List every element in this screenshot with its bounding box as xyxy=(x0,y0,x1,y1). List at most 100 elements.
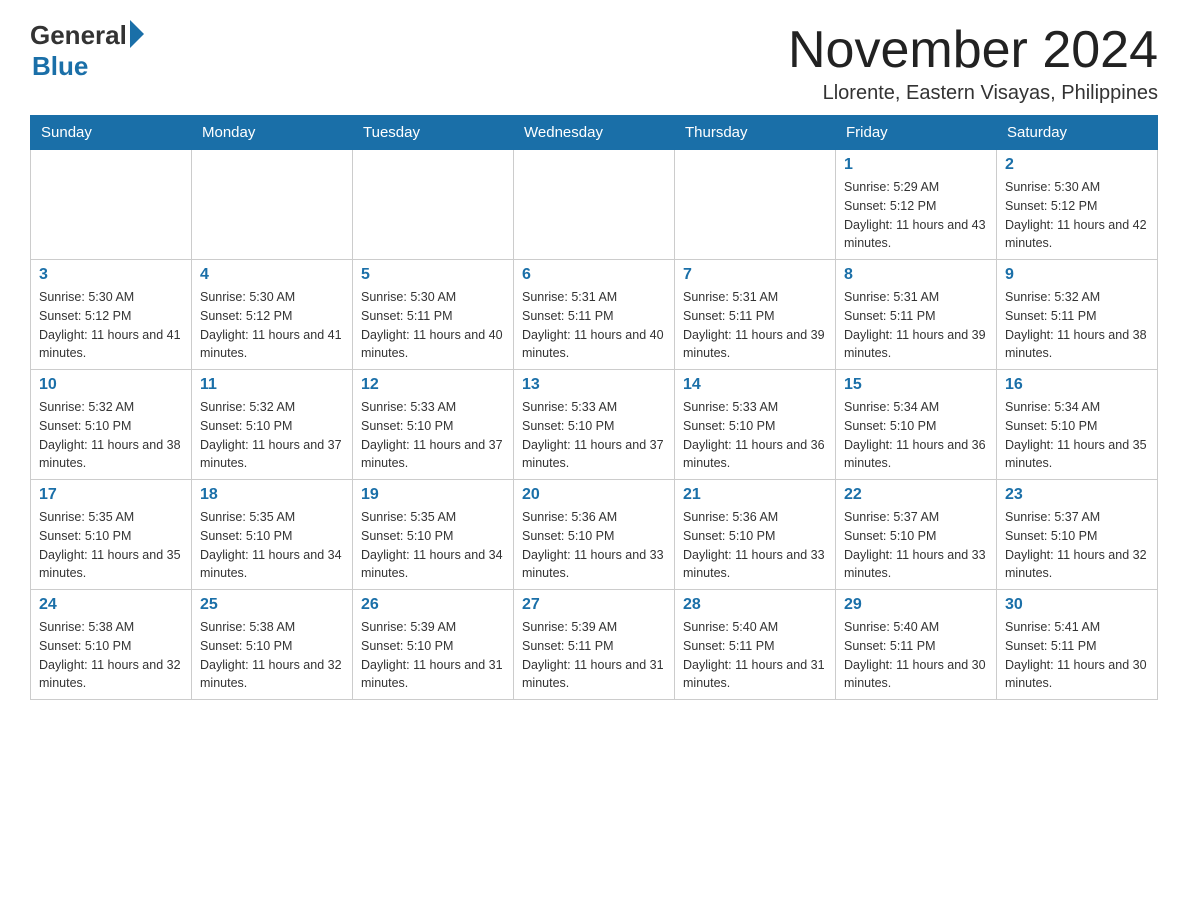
logo-general-text: General xyxy=(30,20,127,51)
day-number: 26 xyxy=(361,596,505,614)
day-info: Sunrise: 5:33 AMSunset: 5:10 PMDaylight:… xyxy=(361,398,505,473)
day-info: Sunrise: 5:30 AMSunset: 5:12 PMDaylight:… xyxy=(39,288,183,363)
day-number: 20 xyxy=(522,486,666,504)
day-info: Sunrise: 5:38 AMSunset: 5:10 PMDaylight:… xyxy=(39,618,183,693)
calendar-cell: 20 Sunrise: 5:36 AMSunset: 5:10 PMDayligh… xyxy=(514,480,675,590)
calendar-header-friday: Friday xyxy=(836,116,997,150)
day-info: Sunrise: 5:32 AMSunset: 5:11 PMDaylight:… xyxy=(1005,288,1149,363)
day-number: 9 xyxy=(1005,266,1149,284)
week-row-0: 1 Sunrise: 5:29 AMSunset: 5:12 PMDaylight… xyxy=(31,150,1158,260)
calendar-header-sunday: Sunday xyxy=(31,116,192,150)
day-number: 24 xyxy=(39,596,183,614)
day-number: 14 xyxy=(683,376,827,394)
day-info: Sunrise: 5:35 AMSunset: 5:10 PMDaylight:… xyxy=(39,508,183,583)
page-header: General Blue November 2024 Llorente, Eas… xyxy=(30,20,1158,105)
day-number: 8 xyxy=(844,266,988,284)
day-info: Sunrise: 5:31 AMSunset: 5:11 PMDaylight:… xyxy=(683,288,827,363)
calendar-cell: 3 Sunrise: 5:30 AMSunset: 5:12 PMDaylight… xyxy=(31,260,192,370)
day-number: 12 xyxy=(361,376,505,394)
day-number: 29 xyxy=(844,596,988,614)
calendar-cell: 7 Sunrise: 5:31 AMSunset: 5:11 PMDaylight… xyxy=(675,260,836,370)
calendar-cell: 19 Sunrise: 5:35 AMSunset: 5:10 PMDayligh… xyxy=(353,480,514,590)
day-number: 15 xyxy=(844,376,988,394)
day-info: Sunrise: 5:37 AMSunset: 5:10 PMDaylight:… xyxy=(1005,508,1149,583)
day-info: Sunrise: 5:32 AMSunset: 5:10 PMDaylight:… xyxy=(200,398,344,473)
calendar-cell: 13 Sunrise: 5:33 AMSunset: 5:10 PMDayligh… xyxy=(514,370,675,480)
calendar-cell: 12 Sunrise: 5:33 AMSunset: 5:10 PMDayligh… xyxy=(353,370,514,480)
calendar-header-saturday: Saturday xyxy=(997,116,1158,150)
day-info: Sunrise: 5:36 AMSunset: 5:10 PMDaylight:… xyxy=(522,508,666,583)
calendar-cell: 14 Sunrise: 5:33 AMSunset: 5:10 PMDayligh… xyxy=(675,370,836,480)
week-row-1: 3 Sunrise: 5:30 AMSunset: 5:12 PMDaylight… xyxy=(31,260,1158,370)
day-info: Sunrise: 5:37 AMSunset: 5:10 PMDaylight:… xyxy=(844,508,988,583)
logo-blue-text: Blue xyxy=(32,51,88,82)
calendar-cell: 23Sunrise: 5:37 AMSunset: 5:10 PMDayligh… xyxy=(997,480,1158,590)
calendar-cell: 18 Sunrise: 5:35 AMSunset: 5:10 PMDayligh… xyxy=(192,480,353,590)
calendar-cell: 1 Sunrise: 5:29 AMSunset: 5:12 PMDaylight… xyxy=(836,150,997,260)
day-number: 6 xyxy=(522,266,666,284)
main-title: November 2024 xyxy=(788,20,1158,80)
day-number: 10 xyxy=(39,376,183,394)
calendar-cell: 11Sunrise: 5:32 AMSunset: 5:10 PMDayligh… xyxy=(192,370,353,480)
week-row-2: 10 Sunrise: 5:32 AMSunset: 5:10 PMDayligh… xyxy=(31,370,1158,480)
calendar-cell: 16Sunrise: 5:34 AMSunset: 5:10 PMDayligh… xyxy=(997,370,1158,480)
day-info: Sunrise: 5:39 AMSunset: 5:10 PMDaylight:… xyxy=(361,618,505,693)
day-number: 28 xyxy=(683,596,827,614)
day-info: Sunrise: 5:30 AMSunset: 5:12 PMDaylight:… xyxy=(200,288,344,363)
day-info: Sunrise: 5:35 AMSunset: 5:10 PMDaylight:… xyxy=(200,508,344,583)
calendar-cell: 26 Sunrise: 5:39 AMSunset: 5:10 PMDayligh… xyxy=(353,590,514,700)
calendar-cell: 21 Sunrise: 5:36 AMSunset: 5:10 PMDayligh… xyxy=(675,480,836,590)
calendar-cell: 9 Sunrise: 5:32 AMSunset: 5:11 PMDaylight… xyxy=(997,260,1158,370)
day-info: Sunrise: 5:33 AMSunset: 5:10 PMDaylight:… xyxy=(683,398,827,473)
week-row-3: 17 Sunrise: 5:35 AMSunset: 5:10 PMDayligh… xyxy=(31,480,1158,590)
day-info: Sunrise: 5:33 AMSunset: 5:10 PMDaylight:… xyxy=(522,398,666,473)
calendar-cell: 6 Sunrise: 5:31 AMSunset: 5:11 PMDaylight… xyxy=(514,260,675,370)
day-info: Sunrise: 5:39 AMSunset: 5:11 PMDaylight:… xyxy=(522,618,666,693)
calendar-cell xyxy=(353,150,514,260)
day-number: 27 xyxy=(522,596,666,614)
calendar-cell: 15 Sunrise: 5:34 AMSunset: 5:10 PMDayligh… xyxy=(836,370,997,480)
day-number: 3 xyxy=(39,266,183,284)
calendar-cell: 27 Sunrise: 5:39 AMSunset: 5:11 PMDayligh… xyxy=(514,590,675,700)
week-row-4: 24 Sunrise: 5:38 AMSunset: 5:10 PMDayligh… xyxy=(31,590,1158,700)
calendar-header-wednesday: Wednesday xyxy=(514,116,675,150)
day-number: 21 xyxy=(683,486,827,504)
calendar-cell: 28 Sunrise: 5:40 AMSunset: 5:11 PMDayligh… xyxy=(675,590,836,700)
day-info: Sunrise: 5:35 AMSunset: 5:10 PMDaylight:… xyxy=(361,508,505,583)
day-number: 4 xyxy=(200,266,344,284)
day-number: 7 xyxy=(683,266,827,284)
logo: General Blue xyxy=(30,20,144,82)
logo-triangle-icon xyxy=(130,20,144,48)
day-info: Sunrise: 5:36 AMSunset: 5:10 PMDaylight:… xyxy=(683,508,827,583)
day-number: 30 xyxy=(1005,596,1149,614)
day-number: 22 xyxy=(844,486,988,504)
day-info: Sunrise: 5:31 AMSunset: 5:11 PMDaylight:… xyxy=(844,288,988,363)
day-number: 16 xyxy=(1005,376,1149,394)
day-number: 25 xyxy=(200,596,344,614)
calendar-cell: 30Sunrise: 5:41 AMSunset: 5:11 PMDayligh… xyxy=(997,590,1158,700)
calendar-cell xyxy=(514,150,675,260)
day-number: 1 xyxy=(844,156,988,174)
day-number: 2 xyxy=(1005,156,1149,174)
calendar-header-monday: Monday xyxy=(192,116,353,150)
day-number: 18 xyxy=(200,486,344,504)
day-info: Sunrise: 5:40 AMSunset: 5:11 PMDaylight:… xyxy=(844,618,988,693)
calendar-cell: 10Sunrise: 5:32 AMSunset: 5:10 PMDayligh… xyxy=(31,370,192,480)
day-info: Sunrise: 5:31 AMSunset: 5:11 PMDaylight:… xyxy=(522,288,666,363)
day-info: Sunrise: 5:34 AMSunset: 5:10 PMDaylight:… xyxy=(844,398,988,473)
calendar-cell: 5Sunrise: 5:30 AMSunset: 5:11 PMDaylight… xyxy=(353,260,514,370)
calendar-header-thursday: Thursday xyxy=(675,116,836,150)
calendar-cell: 8 Sunrise: 5:31 AMSunset: 5:11 PMDaylight… xyxy=(836,260,997,370)
calendar-cell: 4 Sunrise: 5:30 AMSunset: 5:12 PMDaylight… xyxy=(192,260,353,370)
calendar-header-row: SundayMondayTuesdayWednesdayThursdayFrid… xyxy=(31,116,1158,150)
subtitle: Llorente, Eastern Visayas, Philippines xyxy=(788,82,1158,105)
day-info: Sunrise: 5:40 AMSunset: 5:11 PMDaylight:… xyxy=(683,618,827,693)
calendar-header-tuesday: Tuesday xyxy=(353,116,514,150)
day-number: 17 xyxy=(39,486,183,504)
day-info: Sunrise: 5:30 AMSunset: 5:11 PMDaylight:… xyxy=(361,288,505,363)
day-number: 19 xyxy=(361,486,505,504)
day-info: Sunrise: 5:29 AMSunset: 5:12 PMDaylight:… xyxy=(844,178,988,253)
day-number: 13 xyxy=(522,376,666,394)
day-info: Sunrise: 5:38 AMSunset: 5:10 PMDaylight:… xyxy=(200,618,344,693)
calendar-table: SundayMondayTuesdayWednesdayThursdayFrid… xyxy=(30,115,1158,700)
